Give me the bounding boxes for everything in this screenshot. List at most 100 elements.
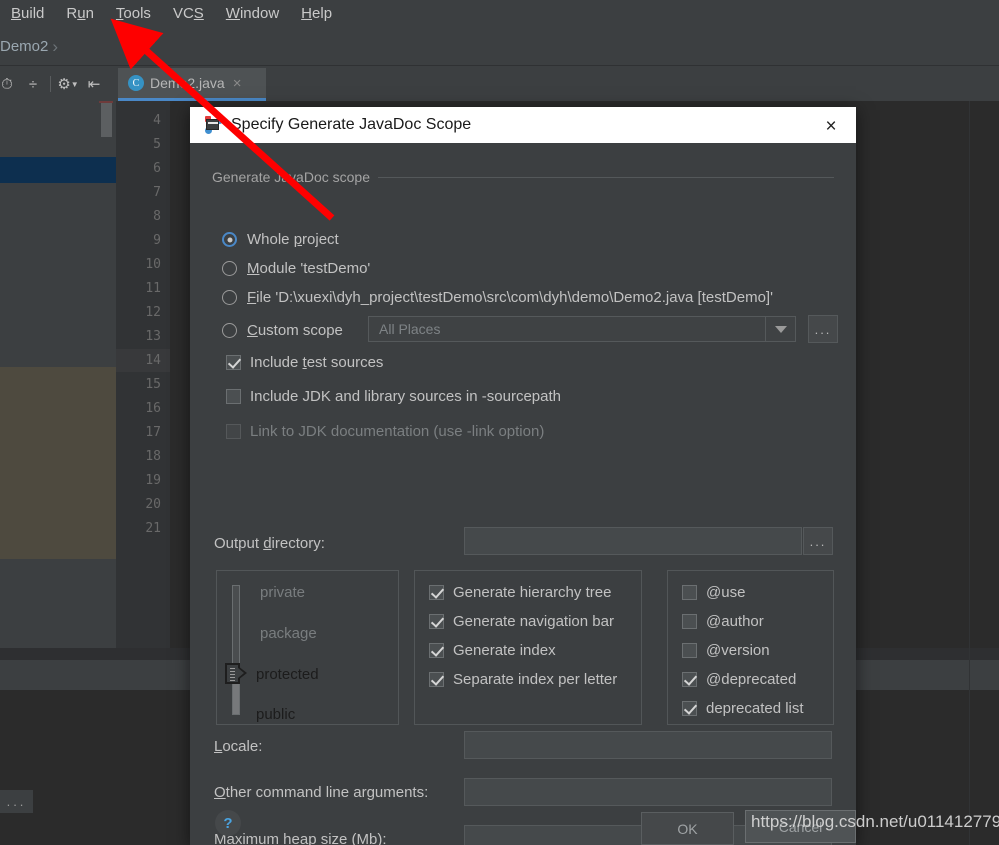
checkbox-include-test-sources[interactable]: Include test sources — [226, 354, 383, 371]
checkbox-label: Include test sources — [250, 354, 384, 371]
radio-whole-project[interactable]: Whole project — [222, 231, 339, 248]
menu-item-vcs[interactable]: VCS — [162, 0, 215, 28]
menu-item-build[interactable]: Build — [0, 0, 55, 28]
scrollbar-thumb[interactable] — [101, 103, 112, 137]
menu-item-window[interactable]: Window — [215, 0, 290, 28]
menu-bar: Build Run Tools VCS Window Help — [0, 0, 999, 28]
checkbox-label: Generate index — [453, 642, 556, 659]
checkbox-icon[interactable] — [429, 643, 444, 658]
output-directory-input[interactable] — [464, 527, 802, 555]
output-directory-browse-button[interactable]: ... — [803, 527, 833, 555]
breadcrumb-item[interactable]: Demo2 — [0, 38, 48, 55]
menu-item-run[interactable]: Run — [55, 0, 105, 28]
checkbox-icon — [226, 424, 241, 439]
visibility-level-package[interactable]: package — [260, 625, 317, 642]
custom-scope-combo[interactable]: All Places — [368, 316, 796, 342]
close-icon[interactable]: × — [820, 115, 842, 137]
gear-icon[interactable]: ⚙ ▼ — [55, 66, 81, 102]
radio-file[interactable]: File 'D:\xuexi\dyh_project\testDemo\src\… — [222, 289, 773, 306]
ok-button[interactable]: OK — [641, 812, 734, 845]
selected-tree-row[interactable] — [0, 157, 116, 183]
radio-icon[interactable] — [222, 232, 237, 247]
gutter-line-number: 14 — [145, 353, 161, 368]
checkbox-icon[interactable] — [226, 355, 241, 370]
scope-group-label: Generate JavaDoc scope — [212, 169, 370, 185]
gutter-line-number: 16 — [145, 401, 161, 416]
checkbox-icon[interactable] — [682, 643, 697, 658]
dialog-title-bar: Specify Generate JavaDoc Scope × — [190, 107, 856, 143]
right-edge-divider — [969, 101, 970, 845]
visibility-level-protected[interactable]: protected — [256, 666, 319, 683]
checkbox-icon[interactable] — [682, 614, 697, 629]
gutter-line-number: 11 — [145, 281, 161, 296]
radio-icon[interactable] — [222, 261, 237, 276]
output-directory-label: Output directory: — [214, 535, 325, 552]
checkbox-label: Generate navigation bar — [453, 613, 614, 630]
checkbox-generate-navigation-bar[interactable]: Generate navigation bar — [429, 613, 614, 630]
gutter-line-number: 4 — [153, 113, 161, 128]
checkbox-icon[interactable] — [429, 585, 444, 600]
watermark-text: https://blog.csdn.net/u011412779 — [751, 812, 999, 831]
chevron-down-icon[interactable] — [765, 317, 795, 341]
checkbox-icon[interactable] — [682, 672, 697, 687]
checkbox-label: Include JDK and library sources in -sour… — [250, 388, 561, 405]
checkbox-label: Link to JDK documentation (use -link opt… — [250, 423, 545, 440]
highlighted-block — [0, 367, 116, 559]
checkbox-label: @author — [706, 613, 764, 630]
checkbox-include-jdk-sources[interactable]: Include JDK and library sources in -sour… — [226, 388, 561, 405]
collapse-left-icon[interactable]: ⇤ — [81, 66, 107, 102]
checkbox-icon[interactable] — [682, 701, 697, 716]
editor-tab-label: Demo2.java — [150, 75, 225, 91]
radio-icon[interactable] — [222, 323, 237, 338]
checkbox-generate-hierarchy-tree[interactable]: Generate hierarchy tree — [429, 584, 611, 601]
radio-label: Custom scope — [247, 322, 343, 339]
radio-label: Whole project — [247, 231, 339, 248]
checkbox-separate-index-per-letter[interactable]: Separate index per letter — [429, 671, 617, 688]
checkbox-icon[interactable] — [429, 614, 444, 629]
radio-icon[interactable] — [222, 290, 237, 305]
clock-icon[interactable]: ⏱ — [0, 66, 20, 102]
radio-module[interactable]: Module 'testDemo' — [222, 260, 370, 277]
scope-group-header: Generate JavaDoc scope — [212, 169, 834, 185]
editor-gutter: 4 5 6 7 8 9 10 11 12 13 14 15 16 17 18 19 20 21 — [116, 101, 170, 648]
checkbox-generate-index[interactable]: Generate index — [429, 642, 556, 659]
divide-icon[interactable]: ÷ — [20, 66, 46, 102]
visibility-slider-panel[interactable]: private package protected public — [216, 570, 399, 725]
slider-track[interactable] — [232, 585, 240, 715]
slider-thumb[interactable] — [225, 663, 247, 685]
checkbox-icon[interactable] — [429, 672, 444, 687]
checkbox-label: @deprecated — [706, 671, 797, 688]
gutter-line-number: 10 — [145, 257, 161, 272]
checkbox-label: Generate hierarchy tree — [453, 584, 612, 601]
checkbox-icon[interactable] — [682, 585, 697, 600]
toolbar-divider — [50, 76, 51, 92]
checkbox-icon[interactable] — [226, 389, 241, 404]
checkbox-tag-use[interactable]: @use — [682, 584, 745, 601]
dialog-title: Specify Generate JavaDoc Scope — [231, 116, 472, 133]
gutter-line-number: 6 — [153, 161, 161, 176]
checkbox-label: @use — [706, 584, 746, 601]
checkbox-tag-version[interactable]: @version — [682, 642, 770, 659]
close-icon[interactable]: × — [233, 75, 242, 92]
checkbox-tag-deprecated[interactable]: @deprecated — [682, 671, 796, 688]
menu-item-help[interactable]: Help — [290, 0, 343, 28]
other-args-input[interactable] — [464, 778, 832, 806]
checkbox-tag-author[interactable]: @author — [682, 613, 764, 630]
checkbox-label: @version — [706, 642, 770, 659]
menu-item-tools[interactable]: Tools — [105, 0, 162, 28]
checkbox-label: Separate index per letter — [453, 671, 618, 688]
locale-input[interactable] — [464, 731, 832, 759]
gutter-line-number: 21 — [145, 521, 161, 536]
custom-scope-browse-button[interactable]: ... — [808, 315, 838, 343]
overflow-button[interactable]: ... — [0, 790, 33, 813]
help-button[interactable]: ? — [215, 810, 241, 836]
breadcrumb-separator-icon: › — [52, 36, 59, 56]
editor-tab-demo2[interactable]: C Demo2.java × — [118, 68, 266, 101]
checkbox-deprecated-list[interactable]: deprecated list — [682, 700, 804, 717]
visibility-level-private[interactable]: private — [260, 584, 305, 601]
other-args-label: Other command line arguments: — [214, 784, 429, 801]
tags-panel: @use @author @version @deprecated deprec… — [667, 570, 834, 725]
radio-custom-scope[interactable]: Custom scope — [222, 322, 343, 339]
visibility-level-public[interactable]: public — [256, 706, 295, 723]
gutter-line-number: 5 — [153, 137, 161, 152]
